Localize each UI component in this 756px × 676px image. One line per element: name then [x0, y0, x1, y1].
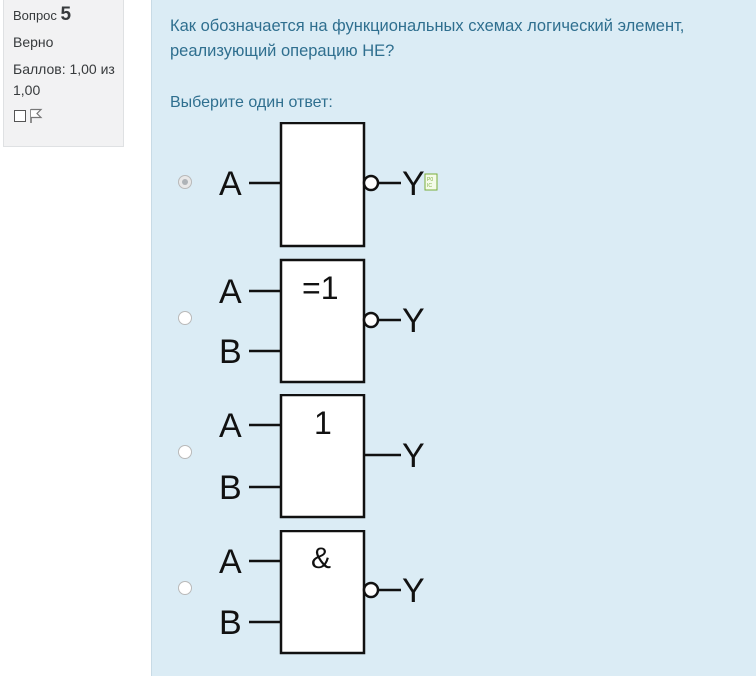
gate-diagram-nand: & A B Y: [219, 530, 425, 655]
answer-radio-2[interactable]: [178, 311, 192, 325]
answer-option-3[interactable]: 1 A B Y: [152, 394, 756, 520]
answer-radio-1[interactable]: [178, 175, 192, 189]
answer-option-2[interactable]: =1 A B Y: [152, 258, 756, 384]
question-text: Как обозначается на функциональных схема…: [170, 17, 685, 60]
answer-option-1[interactable]: A Y P0 IC: [152, 122, 756, 248]
gate-diagram-not: A Y P0 IC: [219, 122, 438, 248]
flag-icon[interactable]: [29, 108, 43, 124]
question-content: Как обозначается на функциональных схема…: [151, 0, 756, 676]
svg-text:IC: IC: [427, 183, 432, 189]
gate-diagram-or: 1 A B Y: [219, 394, 425, 519]
gate-symbol: =1: [302, 270, 338, 306]
answer-radio-4[interactable]: [178, 581, 192, 595]
question-info-panel: Вопрос 5 Верно Баллов: 1,00 из 1,00: [3, 0, 124, 147]
answer-prompt: Выберите один ответ:: [170, 94, 333, 111]
answer-option-4[interactable]: & A B Y: [152, 530, 756, 656]
question-number: Вопрос 5: [13, 4, 123, 26]
gate-output-label: Y: [402, 165, 425, 203]
gate-input-label: B: [219, 604, 242, 642]
flag-checkbox[interactable]: [14, 110, 26, 122]
gate-input-label: B: [219, 469, 242, 507]
gate-output-label: Y: [402, 302, 425, 340]
gate-symbol: 1: [314, 405, 332, 441]
question-grade: Баллов: 1,00 из 1,00: [13, 61, 115, 98]
question-number-value: 5: [60, 4, 72, 25]
gate-input-label: A: [219, 543, 242, 581]
flag-question-toggle[interactable]: [13, 108, 123, 124]
gate-input-label: A: [219, 407, 242, 445]
question-state: Верно: [13, 34, 54, 50]
gate-input-label: A: [219, 165, 242, 203]
question-number-label: Вопрос: [13, 8, 57, 23]
correct-feedback-icon: P0 IC: [424, 173, 438, 191]
gate-output-label: Y: [402, 572, 425, 610]
gate-input-label: A: [219, 273, 242, 311]
gate-diagram-xor: =1 A B Y: [219, 258, 425, 384]
answer-radio-3[interactable]: [178, 445, 192, 459]
gate-symbol: &: [311, 542, 331, 575]
gate-output-label: Y: [402, 437, 425, 475]
gate-input-label: B: [219, 333, 242, 371]
